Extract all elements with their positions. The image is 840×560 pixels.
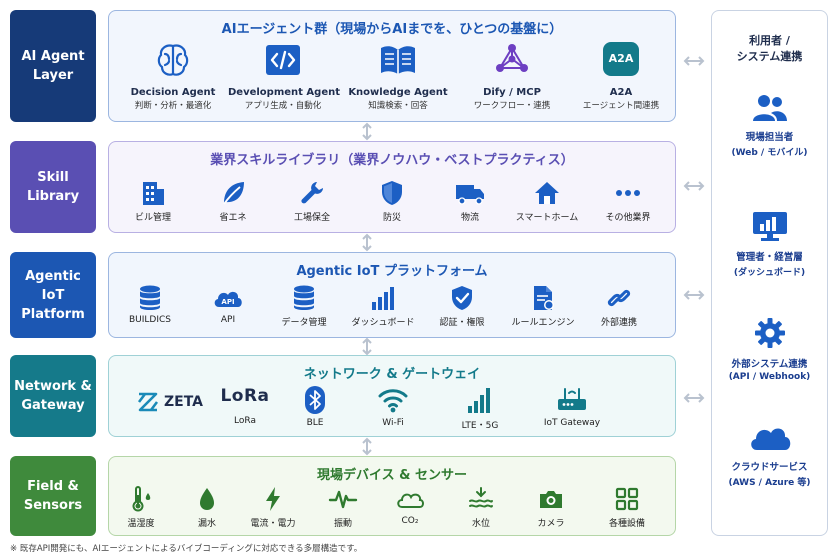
ai-item-a2a: A2A A2A エージェント間連携 (566, 42, 676, 111)
api-cloud-icon: API (214, 291, 242, 307)
cloud-icon (750, 428, 790, 450)
signal-icon (468, 388, 490, 413)
ai-item-development-agent: Development Agent アプリ生成・自動化 (228, 42, 341, 111)
network-item-iot-gateway: IoT Gateway (517, 385, 627, 428)
ai-item-sub: 判断・分析・最適化 (134, 101, 212, 111)
side-item-title: 現場担当者 (745, 132, 794, 143)
monitor-chart-icon (752, 212, 787, 241)
side-item-sub: (API / Webhook) (728, 372, 811, 382)
vertical-connector-3 (362, 337, 372, 356)
wrench-icon (301, 182, 323, 204)
side-panel-title: 利用者 / システム連携 (736, 34, 803, 63)
water-level-icon (469, 487, 493, 508)
platform-item-label: 外部連携 (600, 318, 637, 328)
side-item-title: クラウドサービス (731, 462, 808, 473)
panel-title-platform: Agentic IoT プラットフォーム (296, 264, 488, 279)
network-item-label: IoT Gateway (543, 418, 601, 428)
layer-label-field: Field & Sensors (10, 456, 96, 536)
panel-network-gateway: ネットワーク & ゲートウェイ ZETA LoRa LoRa BLE Wi-Fi… (108, 355, 676, 437)
side-item-title: 管理者・経営層 (736, 252, 803, 263)
side-item-sub: (ダッシュボード) (733, 268, 806, 278)
cloud-outline-icon (397, 493, 424, 508)
ai-item-name: Decision Agent (130, 87, 216, 98)
panel-ai-agents: AIエージェント群（現場からAIまでを、ひとつの基盤に） Decision Ag… (108, 10, 676, 122)
side-item-sub: (AWS / Azure 等) (728, 478, 811, 488)
wifi-icon (378, 389, 408, 413)
pulse-icon (328, 490, 358, 509)
horizontal-connector-4 (683, 393, 705, 403)
router-icon (558, 388, 586, 410)
bluetooth-icon (305, 386, 325, 414)
side-item-managers: 管理者・経営層 (ダッシュボード) (712, 209, 827, 278)
database-icon (140, 285, 160, 310)
skill-item-other: その他業界 (573, 179, 683, 223)
side-item-field-staff: 現場担当者 (Web / モバイル) (712, 93, 827, 158)
a2a-icon: A2A (603, 42, 639, 76)
layer-label-skill: Skill Library (10, 141, 96, 233)
layer-label-platform: Agentic IoT Platform (10, 252, 96, 338)
home-icon (535, 182, 559, 204)
link-icon (607, 289, 631, 307)
ai-item-decision-agent: Decision Agent 判断・分析・最適化 (118, 42, 228, 111)
code-icon (266, 45, 300, 75)
ai-item-name: Dify / MCP (483, 87, 541, 98)
ai-item-name: A2A (609, 87, 633, 98)
side-item-sub: (Web / モバイル) (731, 148, 808, 158)
sensor-item-equipment: 各種設備 (572, 485, 682, 529)
ai-item-sub: ワークフロー・連携 (473, 101, 551, 111)
shield-check-icon (452, 286, 472, 310)
skill-item-label: その他業界 (605, 213, 651, 223)
users-icon (752, 95, 787, 121)
ai-item-sub: エージェント間連携 (582, 101, 660, 111)
shield-icon (382, 181, 402, 205)
side-panel-users-systems: 利用者 / システム連携 現場担当者 (Web / モバイル) 管理者・経営層 … (711, 10, 828, 536)
ai-item-sub: 知識検索・回答 (368, 101, 428, 111)
network-icon (496, 44, 528, 72)
footnote: ※ 既存API開発にも、AIエージェントによるバイブコーディングに対応できる多層… (10, 544, 363, 554)
sensor-item-label: 各種設備 (608, 519, 645, 529)
vertical-connector-2 (362, 233, 372, 252)
gear-icon (754, 318, 785, 348)
horizontal-connector-2 (683, 181, 705, 191)
panel-title-skill: 業界スキルライブラリ（業界ノウハウ・ベストプラクティス） (210, 153, 574, 168)
truck-icon (456, 185, 484, 205)
panel-field-sensors: 現場デバイス & センサー 温湿度 漏水 電流・電力 振動 CO₂ 水位 カメラ… (108, 456, 676, 536)
water-drop-icon (200, 488, 214, 510)
data-stack-icon (294, 285, 314, 310)
panel-skill-library: 業界スキルライブラリ（業界ノウハウ・ベストプラクティス） ビル管理 省エネ 工場… (108, 141, 676, 233)
side-item-external-systems: 外部システム連携 (API / Webhook) (712, 316, 827, 382)
book-icon (381, 46, 415, 74)
horizontal-connector-1 (683, 56, 705, 66)
ai-item-dify-mcp: Dify / MCP ワークフロー・連携 (457, 42, 567, 111)
horizontal-connector-3 (683, 290, 705, 300)
vertical-connector-4 (362, 437, 372, 456)
panel-title-field: 現場デバイス & センサー (317, 468, 467, 483)
panel-title-network: ネットワーク & ゲートウェイ (303, 367, 481, 382)
zeta-mark (137, 392, 159, 412)
leaf-icon (223, 182, 244, 205)
rule-doc-icon (534, 286, 554, 310)
grid-icon (615, 487, 639, 511)
panel-iot-platform: Agentic IoT プラットフォーム BUILDICS API API デー… (108, 252, 676, 338)
api-badge-text: API (221, 298, 234, 306)
panel-title-ai: AIエージェント群（現場からAIまでを、ひとつの基盤に） (221, 22, 563, 37)
ai-item-knowledge-agent: Knowledge Agent 知識検索・回答 (343, 42, 453, 111)
ai-item-sub: アプリ生成・自動化 (244, 101, 322, 111)
layer-label-network: Network & Gateway (10, 355, 96, 437)
vertical-connector-1 (362, 122, 372, 141)
building-icon (143, 182, 164, 205)
layer-label-ai: AI Agent Layer (10, 10, 96, 122)
platform-item-integration: 外部連携 (564, 284, 674, 328)
side-item-title: 外部システム連携 (731, 359, 808, 370)
camera-icon (540, 491, 562, 508)
thermometer-icon (132, 486, 151, 512)
lightning-icon (266, 487, 280, 511)
ai-item-name: Development Agent (228, 87, 341, 98)
ai-item-name: Knowledge Agent (348, 87, 448, 98)
side-item-cloud-services: クラウドサービス (AWS / Azure 等) (712, 421, 827, 488)
more-icon (616, 190, 640, 196)
brain-icon (157, 44, 189, 76)
bar-chart-icon (372, 287, 394, 310)
